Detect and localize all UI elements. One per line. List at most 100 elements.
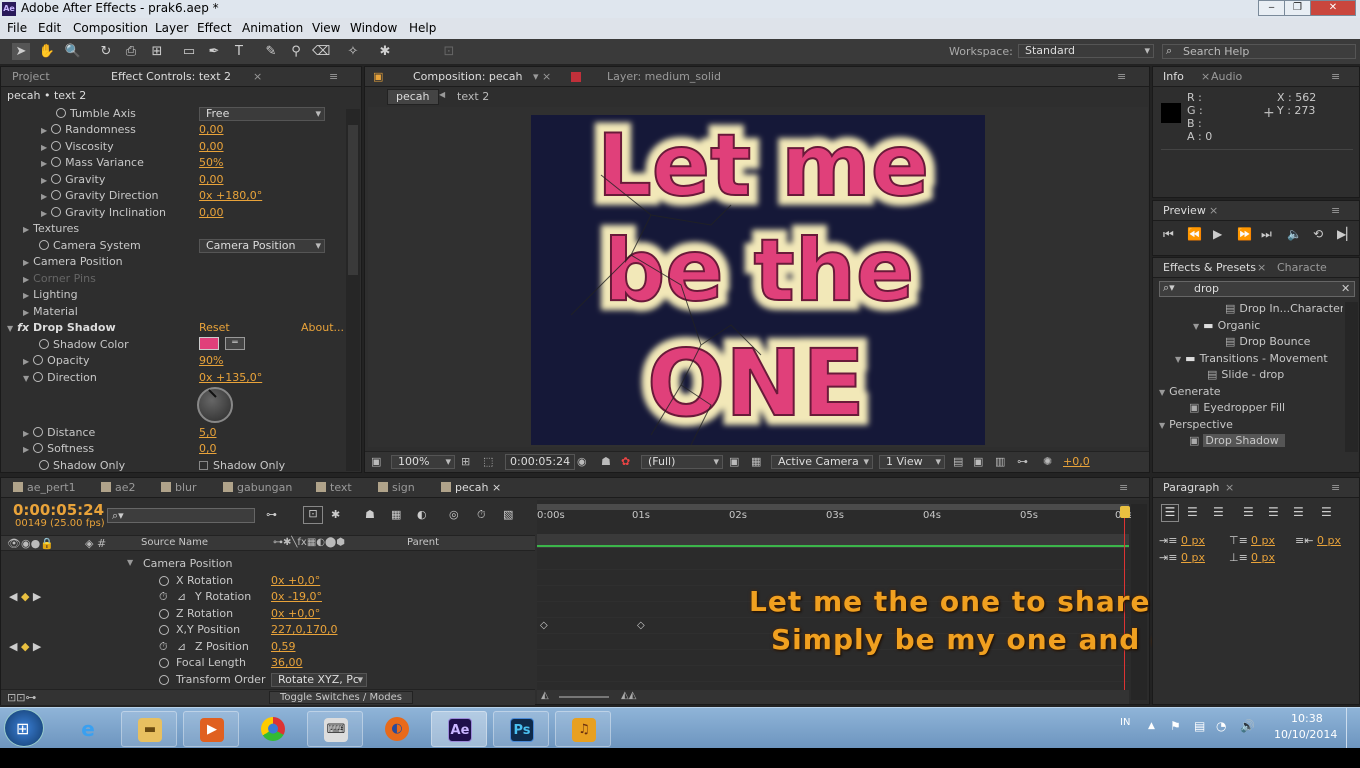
tab-layer[interactable]: Layer: medium_solid <box>607 70 721 83</box>
region-of-interest-icon[interactable]: ▣ <box>729 455 739 468</box>
table-row[interactable]: Focal Length 36,00 <box>1 655 531 671</box>
pen-tool-icon[interactable]: ✒ <box>205 43 223 60</box>
workspace-select[interactable]: Standard <box>1018 44 1154 58</box>
next-frame-icon[interactable]: ⏩ <box>1237 227 1252 241</box>
about-link[interactable]: About... <box>301 321 344 337</box>
justify-center-icon[interactable]: ☰ <box>1268 505 1279 519</box>
menu-window[interactable]: Window <box>350 21 397 35</box>
motion-blur-icon[interactable]: ◐ <box>417 508 427 521</box>
stopwatch-icon[interactable] <box>39 460 49 470</box>
taskbar-media-player[interactable]: ▶ <box>183 711 239 747</box>
effect-row[interactable]: ▼ Direction <box>23 371 97 387</box>
stopwatch-icon[interactable] <box>51 207 62 217</box>
exposure-icon[interactable]: ✺ <box>1043 455 1052 468</box>
tab-character[interactable]: Characte <box>1277 261 1327 274</box>
gravity-direction-value[interactable]: 0x +180,0° <box>199 189 262 205</box>
rotate-tool-icon[interactable]: ↻ <box>97 43 115 60</box>
layer-duration-bar[interactable] <box>537 534 1129 548</box>
comp-viewer[interactable]: Let me be the ONE Let me be the ONE <box>368 107 1148 447</box>
panel-menu-icon[interactable]: ≡ <box>329 70 338 83</box>
effect-drop-shadow[interactable]: ▼ fx Drop Shadow <box>7 321 116 337</box>
softness-value[interactable]: 0,0 <box>199 442 217 458</box>
stopwatch-icon[interactable] <box>159 625 169 635</box>
menu-file[interactable]: File <box>7 21 27 35</box>
align-center-icon[interactable]: ☰ <box>1187 505 1198 519</box>
tray-volume-icon[interactable]: 🔊 <box>1240 719 1255 733</box>
list-item[interactable]: ▼ ▬ Transitions - Movement <box>1175 352 1328 368</box>
camera-system-select[interactable]: Camera Position <box>199 239 325 253</box>
rectangle-tool-icon[interactable]: ▭ <box>180 43 198 60</box>
tab-text[interactable]: text <box>316 481 352 494</box>
space-after-value[interactable]: 0 px <box>1251 551 1275 564</box>
close-icon[interactable]: × <box>1209 204 1218 217</box>
stopwatch-icon[interactable] <box>159 609 169 619</box>
table-row[interactable]: ▼ Camera Position <box>1 556 531 572</box>
hide-shy-icon[interactable]: ☗ <box>365 508 375 521</box>
tray-action-center-icon[interactable]: ⚑ <box>1170 719 1181 733</box>
toggle-switches-modes-button[interactable]: Toggle Switches / Modes <box>269 691 413 704</box>
mask-visibility-icon[interactable]: ⬚ <box>483 455 493 468</box>
effect-group-corner-pins[interactable]: ▶ Corner Pins <box>23 272 96 288</box>
ram-preview-icon[interactable]: ▶▏ <box>1337 227 1355 241</box>
tab-project[interactable]: Project <box>12 70 50 83</box>
menu-edit[interactable]: Edit <box>38 21 61 35</box>
effect-row[interactable]: ▶ Mass Variance <box>41 156 144 172</box>
safe-zones-icon[interactable]: ⊞ <box>461 455 470 468</box>
first-frame-icon[interactable]: ⏮ <box>1163 227 1174 242</box>
prev-frame-icon[interactable]: ⏪ <box>1187 227 1202 241</box>
effect-row[interactable]: Shadow Color <box>39 338 129 354</box>
justify-left-icon[interactable]: ☰ <box>1243 505 1254 519</box>
last-frame-icon[interactable]: ⏭ <box>1261 227 1272 242</box>
source-name-header[interactable]: Source Name <box>141 537 208 548</box>
randomness-value[interactable]: 0,00 <box>199 123 224 139</box>
tab-pecah[interactable]: pecah × <box>441 481 501 494</box>
menu-view[interactable]: View <box>312 21 340 35</box>
av-switches-icon[interactable]: 👁◉●🔒 <box>7 537 54 550</box>
close-icon[interactable]: × <box>1257 261 1266 274</box>
menu-effect[interactable]: Effect <box>197 21 232 35</box>
tab-effect-controls[interactable]: Effect Controls: text 2 <box>111 70 231 83</box>
stopwatch-active-icon[interactable]: ⏱ <box>159 590 168 604</box>
expand-panes-icon[interactable]: ⊡⊡⊶ <box>7 691 36 704</box>
switches-header-icon[interactable]: ⊶✱╲fx▦◐⬤⬢ <box>273 537 345 548</box>
first-line-indent-value[interactable]: 0 px <box>1181 551 1205 564</box>
menu-animation[interactable]: Animation <box>242 21 303 35</box>
effect-group-camera-position[interactable]: ▶ Camera Position <box>23 255 123 271</box>
tray-date[interactable]: 10/10/2014 <box>1274 728 1337 741</box>
hand-tool-icon[interactable]: ✋ <box>38 43 56 60</box>
auto-keyframe-icon[interactable]: ⏱ <box>477 508 486 522</box>
selection-tool-icon[interactable]: ➤ <box>12 43 30 60</box>
loop-icon[interactable]: ⟲ <box>1313 227 1323 241</box>
effect-row[interactable]: ▶ Softness <box>23 442 94 458</box>
menu-layer[interactable]: Layer <box>155 21 188 35</box>
eraser-tool-icon[interactable]: ⌫ <box>312 43 330 60</box>
stopwatch-icon[interactable] <box>33 443 44 453</box>
scroll-thumb[interactable] <box>348 125 358 275</box>
stopwatch-icon[interactable] <box>33 355 44 365</box>
show-desktop-button[interactable] <box>1346 708 1360 749</box>
show-snapshot-icon[interactable]: ☗ <box>601 455 611 468</box>
tab-paragraph[interactable]: Paragraph <box>1163 481 1219 494</box>
always-preview-icon[interactable]: ▣ <box>371 455 381 468</box>
close-icon[interactable]: × <box>1225 481 1234 494</box>
frame-blending-icon[interactable]: ▦ <box>391 508 401 521</box>
stopwatch-icon[interactable] <box>51 190 62 200</box>
stopwatch-icon[interactable] <box>56 108 66 118</box>
transparency-grid-icon[interactable]: ▦ <box>751 455 761 468</box>
list-item[interactable]: ▤ Slide - drop <box>1207 368 1284 384</box>
taskbar-ie[interactable]: e <box>60 711 116 747</box>
color-channels-icon[interactable]: ✿ <box>621 455 630 468</box>
list-item-selected[interactable]: ▣ Drop Shadow <box>1189 434 1285 450</box>
breadcrumb-pecah[interactable]: pecah <box>387 89 439 105</box>
draft-3d-icon[interactable]: ✱ <box>331 508 340 521</box>
shadow-only-checkbox[interactable]: Shadow Only <box>199 459 285 471</box>
table-row[interactable]: X Rotation 0x +0,0° <box>1 573 531 589</box>
direction-dial[interactable] <box>197 387 233 423</box>
stopwatch-icon[interactable] <box>51 174 62 184</box>
space-before-value[interactable]: 0 px <box>1251 534 1275 547</box>
menu-help[interactable]: Help <box>409 21 436 35</box>
stopwatch-icon[interactable] <box>33 427 44 437</box>
panel-menu-icon[interactable]: ≡ <box>1331 70 1340 83</box>
play-icon[interactable]: ▶ <box>1213 227 1222 241</box>
tumble-axis-select[interactable]: Free <box>199 107 325 121</box>
